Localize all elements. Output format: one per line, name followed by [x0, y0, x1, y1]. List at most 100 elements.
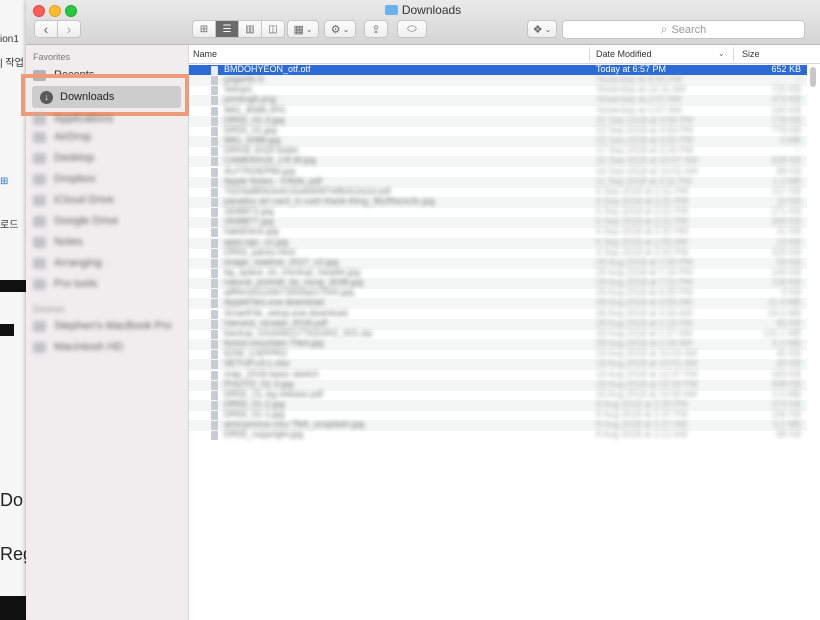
file-icon: [211, 167, 218, 177]
file-icon: [211, 309, 218, 319]
file-icon: [211, 319, 218, 329]
file-size: 88 KB: [776, 429, 801, 440]
list-view-button[interactable]: ☰: [216, 21, 239, 37]
file-date: Yesterday at 8:54 PM: [596, 74, 682, 85]
selection-highlight-box: [21, 74, 189, 116]
file-date: Today at 6:57 PM: [596, 64, 667, 74]
sidebar-item[interactable]: Applications: [33, 111, 113, 127]
file-icon: [211, 228, 218, 238]
column-view-button[interactable]: ▥: [239, 21, 262, 37]
file-size: 134.1 MB: [762, 327, 801, 338]
file-size: 85 KB: [776, 317, 801, 328]
file-icon: [211, 329, 218, 339]
icon-view-button[interactable]: ⊞: [193, 21, 216, 37]
column-divider[interactable]: [589, 47, 590, 61]
sidebar-item[interactable]: Desktop: [33, 150, 94, 166]
dropbox-icon: [33, 173, 46, 185]
file-icon: [211, 147, 218, 157]
file-name: EDM_CAPPRO: [224, 348, 288, 359]
file-date: 29 Aug 2018 at 7:24 PM: [596, 267, 693, 277]
file-name: image_readme_2017_v2.jpg: [224, 256, 339, 267]
file-icon: [211, 66, 218, 75]
sidebar-item[interactable]: Stephen's MacBook Pro: [33, 318, 172, 334]
sidebar-item[interactable]: Google Drive: [33, 213, 118, 229]
file-size: 9 KB: [781, 287, 801, 298]
sidebar-item[interactable]: Pro tools: [33, 276, 97, 292]
file-size: 20 KB: [776, 358, 801, 369]
file-name: Harvest_receipt_2018.pdf: [224, 317, 328, 328]
file-name: backup_0316062177631902_001.zip: [224, 327, 373, 338]
action-button[interactable]: ⚙ ⌄: [324, 20, 356, 38]
file-name: appLogo_v2.jpg: [224, 236, 289, 247]
file-size: 59 KB: [776, 256, 801, 267]
sidebar-item[interactable]: Macintosh HD: [33, 339, 123, 355]
sidebar-item[interactable]: Dropbox: [33, 171, 96, 187]
column-size-header[interactable]: Size: [742, 49, 760, 59]
dropbox-button[interactable]: ❖ ⌄: [527, 20, 557, 38]
file-name: IMG_8088.JPG: [224, 104, 287, 115]
share-button[interactable]: ⇪: [364, 20, 388, 38]
file-name: forest-mountain-7hk4.jpg: [224, 338, 324, 349]
file-date: 6 Sep 2018 at 2:31 PM: [596, 185, 689, 196]
sidebar-item[interactable]: AirDrop: [33, 129, 91, 145]
file-name: paradox art card_in rush thank thing_9b2…: [224, 195, 435, 206]
file-size: 10 KB: [776, 195, 801, 206]
search-field[interactable]: ⌕ Search: [562, 20, 805, 39]
file-size: 2.6 MB: [772, 388, 801, 399]
file-size: --: [795, 145, 801, 156]
file-name: printing5.png: [224, 94, 277, 105]
table-row[interactable]: DR55_copyright.jpg 8 Aug 2018 at 1:12 AM 8…: [189, 429, 807, 441]
tags-button[interactable]: ⬭: [397, 20, 427, 38]
file-icon: [211, 258, 218, 268]
file-name: DR55_01.jpg: [224, 124, 277, 135]
file-date: 8 Aug 2018 at 1:12 AM: [596, 429, 688, 440]
window-title: Downloads: [26, 3, 820, 17]
sidebar-item[interactable]: Notes: [33, 234, 83, 250]
chevron-down-icon: ⌄: [342, 24, 350, 34]
file-date: 29 Aug 2018 at 7:55 PM: [596, 256, 693, 267]
scrollbar[interactable]: [810, 65, 817, 620]
file-name: 1838877.jpg: [224, 216, 274, 227]
column-date-header[interactable]: Date Modified: [596, 49, 652, 59]
sidebar-item[interactable]: iCloud Drive: [33, 192, 114, 208]
file-name: SmartFile_setup.exe.download: [224, 307, 348, 318]
file-size: 479 KB: [771, 94, 801, 105]
column-header: Name Date Modified ⌄ Size: [189, 45, 820, 64]
group-button[interactable]: ▦ ⌄: [287, 20, 319, 38]
file-date: 22 Sep 2018 at 4:55 PM: [596, 135, 694, 146]
folder-icon: [33, 236, 46, 248]
file-size: 326 KB: [771, 246, 801, 257]
file-name: Apple Notes - FINAL.pdf: [224, 175, 322, 186]
file-icon: [211, 400, 218, 410]
folder-icon: [33, 215, 46, 227]
file-size: 21 KB: [776, 226, 801, 237]
back-button[interactable]: ‹: [35, 21, 58, 37]
scroll-thumb[interactable]: [810, 67, 816, 87]
file-date: 29 Aug 2018 at 7:21 PM: [596, 277, 693, 288]
file-name: DR55_01-1.jpg: [224, 409, 285, 420]
file-name: pagerfix 6: [224, 74, 264, 85]
file-size: 88 KB: [776, 165, 801, 176]
file-size: 149 KB: [771, 267, 801, 277]
file-icon: [211, 370, 218, 380]
chevron-down-icon: ⌄: [718, 49, 725, 58]
file-size: 652 KB: [771, 64, 801, 74]
file-name: 1838872.jpg: [224, 206, 274, 217]
file-size: 271 KB: [771, 206, 801, 217]
file-name: a8f9c0d1116b71833a2c7500.jpg: [224, 287, 354, 298]
sidebar-item[interactable]: Arranging: [33, 255, 102, 271]
file-date: 28 Aug 2018 at 1:04 AM: [596, 338, 693, 349]
file-icon: [211, 238, 218, 248]
file-icon: [211, 279, 218, 289]
gallery-view-button[interactable]: ◫: [262, 21, 284, 37]
file-name: Setup1: [224, 84, 253, 95]
forward-button[interactable]: ›: [58, 21, 80, 37]
file-icon: [211, 157, 218, 167]
column-name-header[interactable]: Name: [193, 49, 217, 59]
background-text: ion1: [0, 34, 19, 45]
column-divider[interactable]: [733, 47, 734, 61]
file-icon: [211, 137, 218, 147]
dropbox-icon: ❖: [532, 23, 543, 36]
file-icon: [211, 350, 218, 360]
file-icon: [211, 411, 218, 421]
